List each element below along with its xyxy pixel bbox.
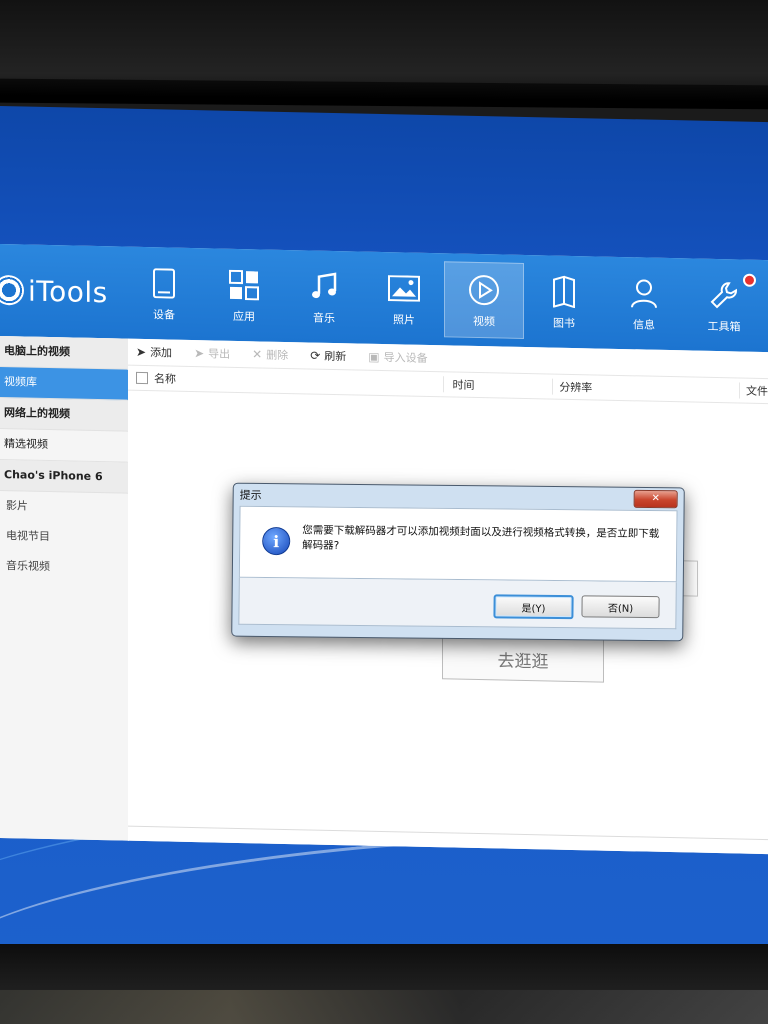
person-icon — [630, 274, 658, 313]
nav-photos[interactable]: 照片 — [364, 260, 444, 338]
book-icon — [551, 273, 577, 312]
nav-info-label: 信息 — [633, 318, 655, 332]
app-name: iTools — [28, 274, 108, 309]
nav-device-label: 设备 — [153, 308, 175, 322]
select-all-checkbox[interactable] — [136, 371, 148, 385]
nav-video-label: 视频 — [473, 314, 495, 329]
wrench-icon — [709, 276, 739, 315]
sidebar-header-device: Chao's iPhone 6 — [0, 460, 128, 494]
desk-background — [0, 990, 768, 1024]
nav-device[interactable]: 设备 — [124, 255, 204, 333]
dialog-close-button[interactable]: ✕ — [633, 489, 678, 509]
refresh-button[interactable]: ⟳ 刷新 — [310, 347, 346, 364]
sidebar-header-online: 网络上的视频 — [0, 398, 128, 432]
export-icon: ➤ — [194, 346, 205, 361]
video-play-icon — [468, 271, 500, 310]
import-device-button[interactable]: ▣ 导入设备 — [368, 349, 427, 366]
no-button[interactable]: 否(N) — [581, 595, 660, 619]
nav-music-label: 音乐 — [313, 311, 335, 326]
nav-apps[interactable]: 应用 — [204, 256, 284, 334]
photo-background-top — [0, 0, 768, 92]
nav-apps-label: 应用 — [233, 309, 255, 324]
nav-photos-label: 照片 — [393, 313, 415, 327]
info-icon: i — [262, 526, 291, 556]
nav-info[interactable]: 信息 — [604, 265, 684, 343]
sidebar-header-computer: 电脑上的视频 — [0, 336, 128, 370]
prompt-dialog: 提示 ✕ i 您需要下载解码器才可以添加视频封面以及进行视频格式转换，是否立即下… — [231, 482, 685, 642]
nav-video[interactable]: 视频 — [444, 261, 524, 339]
sidebar-item-video-library[interactable]: 视频库 — [0, 367, 128, 401]
notification-badge — [743, 273, 756, 287]
sidebar-item-music-videos[interactable]: 音乐视频 — [0, 551, 128, 584]
sidebar: 电脑上的视频 视频库 网络上的视频 精选视频 Chao's iPhone 6 影… — [0, 336, 129, 841]
import-icon: ▣ — [368, 349, 380, 364]
delete-icon: ✕ — [252, 347, 263, 362]
yes-button[interactable]: 是(Y) — [493, 594, 574, 620]
nav-toolbox-label: 工具箱 — [707, 319, 741, 334]
column-time[interactable]: 时间 — [443, 376, 553, 395]
sidebar-item-featured[interactable]: 精选视频 — [0, 429, 128, 463]
dialog-title: 提示 — [239, 488, 262, 502]
itools-logo-icon — [0, 274, 24, 306]
refresh-icon: ⟳ — [310, 348, 321, 363]
add-button[interactable]: ➤ 添加 — [136, 344, 172, 361]
app-header: iTools 设备 应用 音乐 照片 视频 图书 信息 工具箱 — [0, 244, 768, 353]
add-icon: ➤ — [136, 344, 147, 360]
dialog-footer: 是(Y) 否(N) — [238, 577, 677, 630]
dialog-message: 您需要下载解码器才可以添加视频封面以及进行视频格式转换，是否立即下载解码器? — [302, 524, 660, 552]
nav-toolbox[interactable]: 工具箱 — [684, 266, 764, 344]
export-button[interactable]: ➤ 导出 — [194, 345, 230, 362]
itools-logo: iTools — [0, 268, 108, 314]
nav-books-label: 图书 — [553, 316, 575, 331]
delete-label: 删除 — [266, 348, 289, 363]
divider — [128, 825, 768, 841]
music-note-icon — [309, 267, 339, 306]
nav-books[interactable]: 图书 — [524, 263, 604, 341]
export-label: 导出 — [208, 347, 231, 361]
delete-button[interactable]: ✕ 删除 — [252, 346, 288, 363]
column-name[interactable]: 名称 — [154, 370, 444, 392]
import-device-label: 导入设备 — [383, 351, 428, 365]
sidebar-item-tv-shows[interactable]: 电视节目 — [0, 521, 128, 554]
refresh-label: 刷新 — [324, 349, 347, 364]
sidebar-item-movies[interactable]: 影片 — [0, 491, 128, 524]
device-icon — [152, 264, 176, 303]
photo-icon — [388, 269, 420, 308]
column-resolution[interactable]: 分辨率 — [552, 378, 739, 399]
top-nav: 设备 应用 音乐 照片 视频 图书 信息 工具箱 — [124, 255, 764, 346]
add-label: 添加 — [150, 346, 173, 360]
column-file-size[interactable]: 文件大小 — [739, 382, 768, 400]
apps-grid-icon — [229, 266, 259, 305]
dialog-body: i 您需要下载解码器才可以添加视频封面以及进行视频格式转换，是否立即下载解码器? — [238, 505, 678, 583]
go-browse-button[interactable]: 去逛逛 — [442, 635, 604, 683]
nav-music[interactable]: 音乐 — [284, 258, 364, 336]
